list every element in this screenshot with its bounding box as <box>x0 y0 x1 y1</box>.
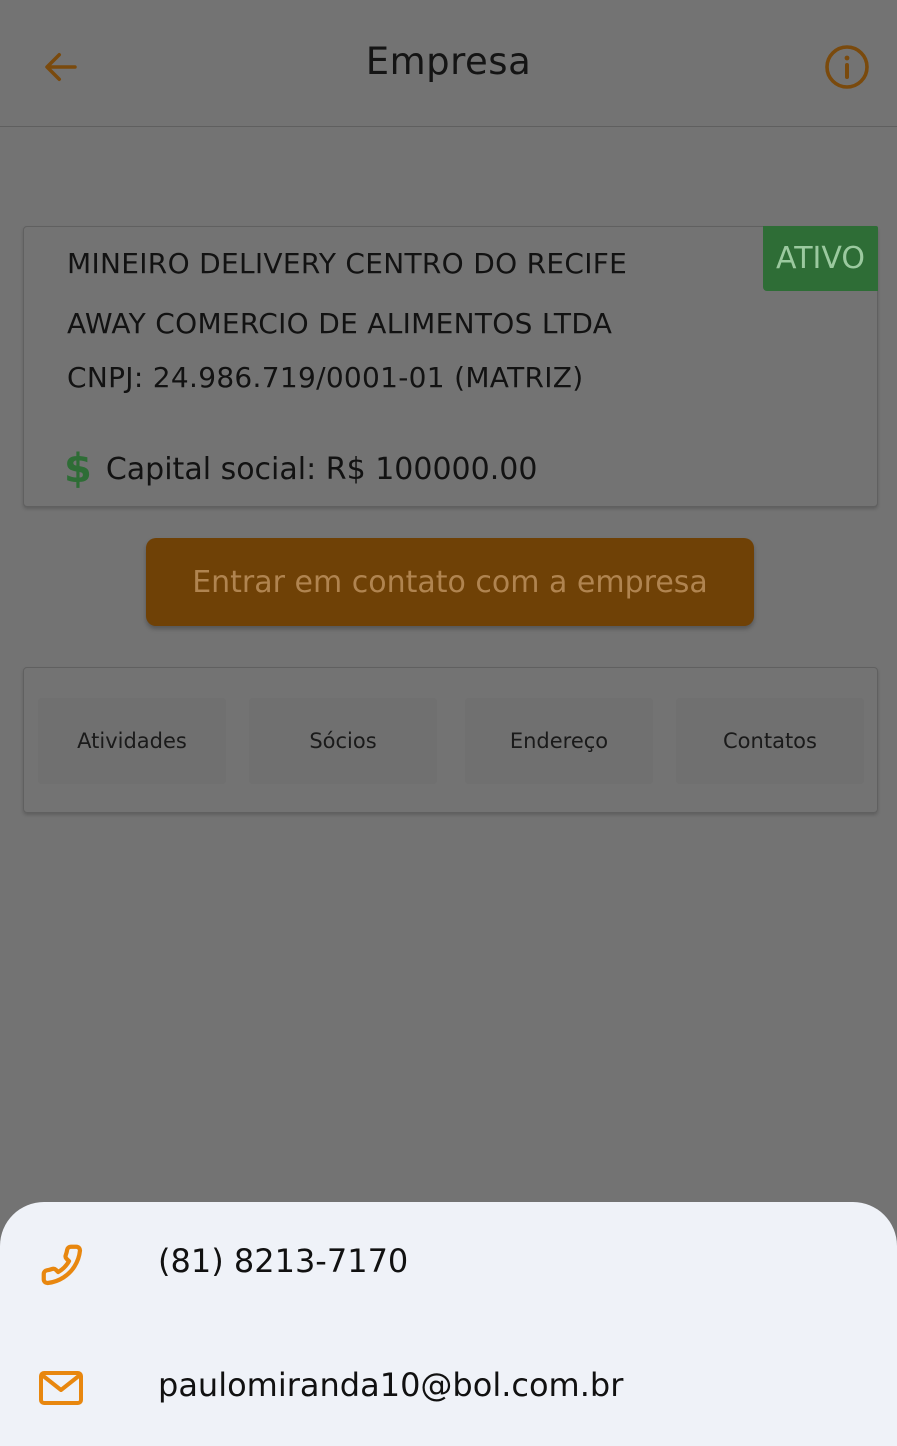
page-title: Empresa <box>365 40 532 83</box>
mail-icon <box>36 1363 86 1413</box>
company-legal-name: AWAY COMERCIO DE ALIMENTOS LTDA <box>67 307 613 340</box>
capital-social-label: Capital social: R$ 100000.00 <box>105 451 538 487</box>
info-button[interactable] <box>823 43 871 91</box>
company-cnpj: CNPJ: 24.986.719/0001-01 (MATRIZ) <box>67 361 584 394</box>
email-row[interactable]: paulomiranda10@bol.com.br <box>0 1330 897 1440</box>
tab-atividades[interactable]: Atividades <box>38 698 226 784</box>
contact-company-button[interactable]: Entrar em contato com a empresa <box>146 538 754 626</box>
app-bar: Empresa <box>0 0 897 127</box>
tab-endereco[interactable]: Endereço <box>465 698 653 784</box>
info-circle-icon <box>825 45 869 89</box>
phone-icon <box>36 1239 86 1289</box>
company-card: MINEIRO DELIVERY CENTRO DO RECIFE AWAY C… <box>23 226 878 507</box>
company-trade-name: MINEIRO DELIVERY CENTRO DO RECIFE <box>67 247 628 280</box>
screen: Empresa MINEIRO DELIVERY CENTRO DO RECIF… <box>0 0 897 1446</box>
status-badge: ATIVO <box>763 226 878 291</box>
phone-row[interactable]: (81) 8213-7170 <box>0 1206 897 1316</box>
dollar-icon: $ <box>64 446 92 492</box>
tabs-card: Atividades Sócios Endereço Contatos <box>23 667 878 813</box>
phone-number: (81) 8213-7170 <box>158 1242 409 1280</box>
capital-social: $ Capital social: R$ 100000.00 <box>64 449 537 489</box>
contacts-bottom-sheet: (81) 8213-7170 paulomiranda10@bol.com.br <box>0 1202 897 1446</box>
tab-socios[interactable]: Sócios <box>249 698 437 784</box>
tab-contatos[interactable]: Contatos <box>676 698 864 784</box>
email-address: paulomiranda10@bol.com.br <box>158 1366 624 1404</box>
